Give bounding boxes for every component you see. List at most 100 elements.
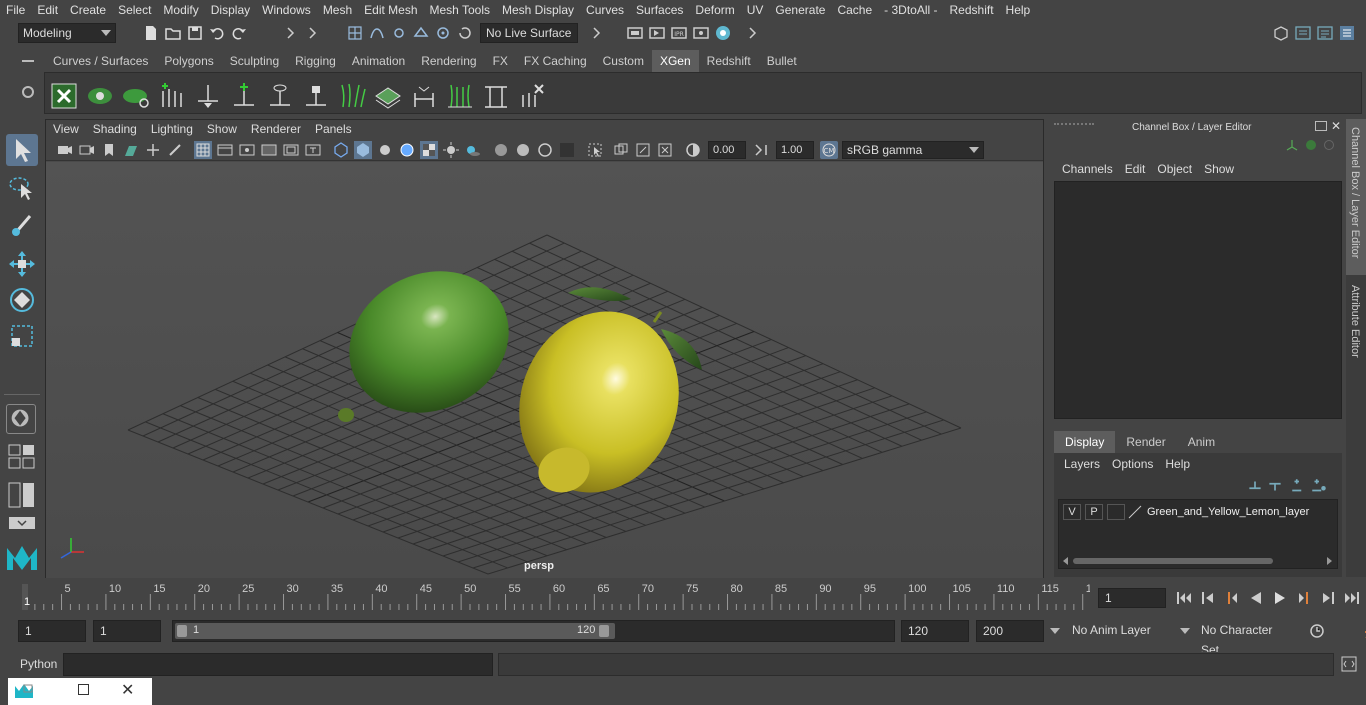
go-to-start-icon[interactable] [1175,589,1193,607]
character-set-dropdown[interactable]: No Character Set [1195,620,1299,657]
chevron-down-icon[interactable] [1050,628,1060,634]
mode-dropdown[interactable]: Modeling [18,23,116,43]
snap-view-plane-icon[interactable] [412,24,430,42]
side-tab-attribute-editor[interactable]: Attribute Editor [1346,285,1366,371]
single-view-layout-button[interactable] [6,404,36,434]
layer-tab-anim[interactable]: Anim [1177,431,1226,453]
collapse-arrow-icon[interactable] [282,24,300,42]
render-frame-icon[interactable] [626,24,644,42]
undo-icon[interactable] [208,24,226,42]
xgen-select-guides-icon[interactable] [265,81,295,111]
menu-edit-mesh[interactable]: Edit Mesh [358,0,423,20]
textured-icon[interactable] [420,140,438,159]
viewport-menu-renderer[interactable]: Renderer [244,120,308,139]
command-input[interactable] [63,653,493,676]
viewport-menu-shading[interactable]: Shading [86,120,144,139]
layer-menu-options[interactable]: Options [1106,457,1159,471]
move-layer-down-icon[interactable] [1266,477,1282,493]
green-lemon-model[interactable] [326,246,532,439]
menu-curves[interactable]: Curves [580,0,630,20]
attribute-editor-toggle-icon[interactable] [1294,24,1312,42]
rotate-tool-button[interactable] [6,284,38,316]
xgen-add-point-icon[interactable] [229,81,259,111]
channel-menu-channels[interactable]: Channels [1056,162,1119,176]
side-tab-channel-box[interactable]: Channel Box / Layer Editor [1346,119,1366,275]
layer-tab-display[interactable]: Display [1054,431,1116,453]
snap-point-icon[interactable] [390,24,408,42]
animation-preferences-icon[interactable] [1308,622,1326,640]
viewport-menu-view[interactable]: View [46,120,86,139]
shelf-tab-rigging[interactable]: Rigging [287,50,344,72]
snap-surface-icon[interactable] [434,24,452,42]
grease-pencil-icon[interactable] [166,141,184,159]
scroll-right-icon[interactable] [1327,557,1332,565]
gear-icon[interactable] [22,86,34,98]
scroll-thumb[interactable] [1073,558,1273,564]
step-back-key-icon[interactable] [1199,589,1217,607]
shelf-tab-custom[interactable]: Custom [595,50,652,72]
xgen-place-guides-icon[interactable] [193,81,223,111]
xgen-density-brush-icon[interactable] [373,81,403,111]
collapse-arrow-icon[interactable] [744,24,762,42]
shelf-tab-rendering[interactable]: Rendering [413,50,484,72]
wireframe-icon[interactable] [332,141,350,159]
shelf-tab-sculpting[interactable]: Sculpting [222,50,287,72]
viewport-menu-show[interactable]: Show [200,120,244,139]
shelf-tab-fx[interactable]: FX [485,50,516,72]
tool-settings-toggle-icon[interactable] [1316,24,1334,42]
shadows-icon[interactable] [464,141,482,159]
maximize-icon[interactable] [78,684,89,695]
xgen-guides-spline-icon[interactable] [337,81,367,111]
collapse-arrow-icon[interactable] [304,24,322,42]
channel-box-toggle-icon[interactable] [1338,24,1356,42]
channel-menu-object[interactable]: Object [1151,162,1198,176]
panel-grip[interactable] [1054,123,1094,133]
xgen-editor-icon[interactable] [49,81,79,111]
move-tool-button[interactable] [6,248,38,280]
resolution-gate-icon[interactable] [238,141,256,159]
snap-grid-icon[interactable] [346,24,364,42]
smooth-shade-icon[interactable] [354,140,372,159]
layer-playback-toggle[interactable]: P [1085,504,1103,520]
range-start-grip[interactable] [177,625,187,637]
range-end-grip[interactable] [599,625,609,637]
2d-pan-zoom-icon[interactable] [144,141,162,159]
anti-aliasing-icon[interactable] [536,141,554,159]
gamma-field[interactable]: 1.00 [776,140,814,159]
shelf-tab-xgen[interactable]: XGen [651,50,699,72]
exposure-icon[interactable] [684,141,702,159]
range-slider[interactable]: 1 120 [172,620,895,642]
menu-deform[interactable]: Deform [689,0,740,20]
channel-menu-edit[interactable]: Edit [1119,162,1152,176]
xgen-lock-guides-icon[interactable] [301,81,331,111]
shelf-tab-bullet[interactable]: Bullet [759,50,805,72]
time-slider[interactable]: 5 10 15 20 25 30 35 40 45 50 55 60 65 70 75 80 85 90 95 100… [0,580,1366,612]
xray-icon[interactable] [612,141,630,159]
paint-select-tool-button[interactable] [6,210,38,242]
layer-menu-layers[interactable]: Layers [1058,457,1106,471]
chevron-down-icon[interactable] [1180,628,1190,634]
render-sequence-icon[interactable] [648,24,666,42]
menu-file[interactable]: File [0,0,31,20]
menu-select[interactable]: Select [112,0,157,20]
new-layer-selected-icon[interactable] [1310,477,1326,493]
exposure-field[interactable]: 0.00 [708,140,746,159]
close-icon[interactable]: ✕ [1331,119,1341,133]
outliner-layout-button[interactable] [8,516,36,530]
menu-edit[interactable]: Edit [31,0,64,20]
menu-modify[interactable]: Modify [157,0,204,20]
float-panel-icon[interactable] [1315,121,1327,131]
redo-icon[interactable] [230,24,248,42]
menu-create[interactable]: Create [64,0,112,20]
default-material-icon[interactable] [376,141,394,159]
scroll-left-icon[interactable] [1063,557,1068,565]
collapse-arrow-icon[interactable] [588,24,606,42]
layer-display-type-toggle[interactable] [1107,504,1125,520]
menu-3dtoall[interactable]: - 3DtoAll - [878,0,943,20]
xgen-curves-to-guides-icon[interactable] [481,81,511,111]
xgen-preview-icon[interactable] [85,81,115,111]
menu-display[interactable]: Display [205,0,256,20]
gate-mask-icon[interactable] [260,141,278,159]
menu-windows[interactable]: Windows [256,0,317,20]
step-forward-key-icon[interactable] [1319,589,1337,607]
